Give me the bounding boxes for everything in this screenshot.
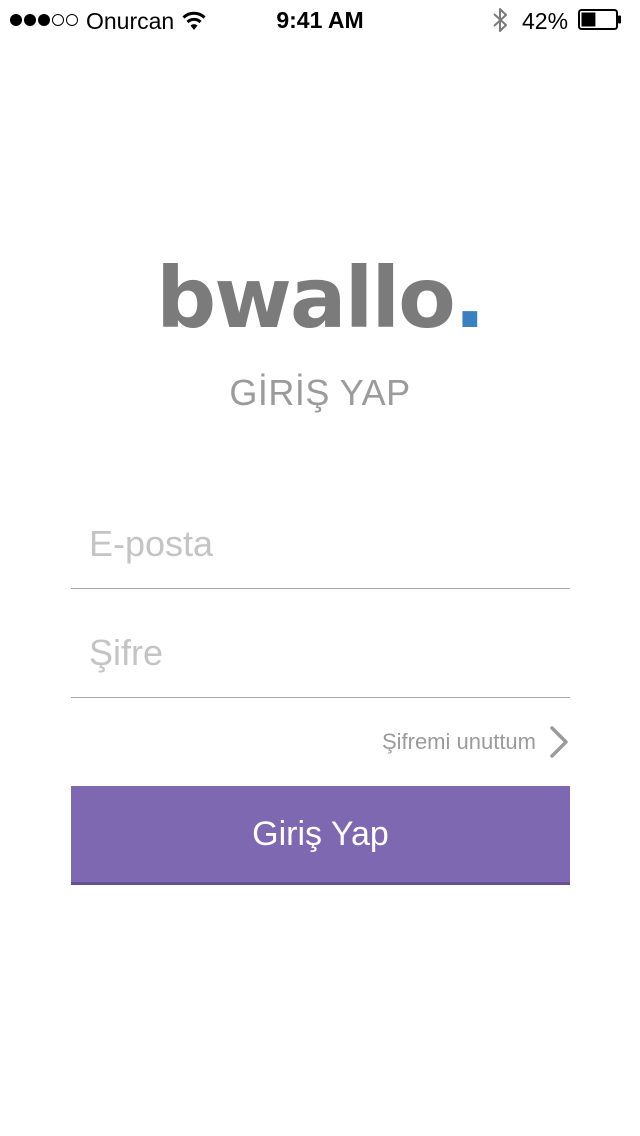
password-input[interactable] [89,628,559,678]
bluetooth-icon [493,8,507,32]
password-field [71,608,570,698]
battery-percent: 42% [522,8,569,34]
email-field [71,499,570,589]
forgot-password-link[interactable]: Şifremi unuttum [330,722,570,762]
forgot-password-label: Şifremi unuttum [381,729,536,754]
app-logo: bwallo. [0,248,640,348]
battery-icon [578,9,621,30]
logo-dot: . [453,249,486,347]
logo-text: bwallo [156,249,456,347]
login-button[interactable]: Giriş Yap [71,786,570,885]
email-input[interactable] [89,519,559,569]
battery-fill [581,12,596,27]
page-title: GİRİŞ YAP [229,372,411,413]
chevron-right-icon [550,726,568,758]
status-bar: Onurcan 9:41 AM 42% [0,0,640,40]
